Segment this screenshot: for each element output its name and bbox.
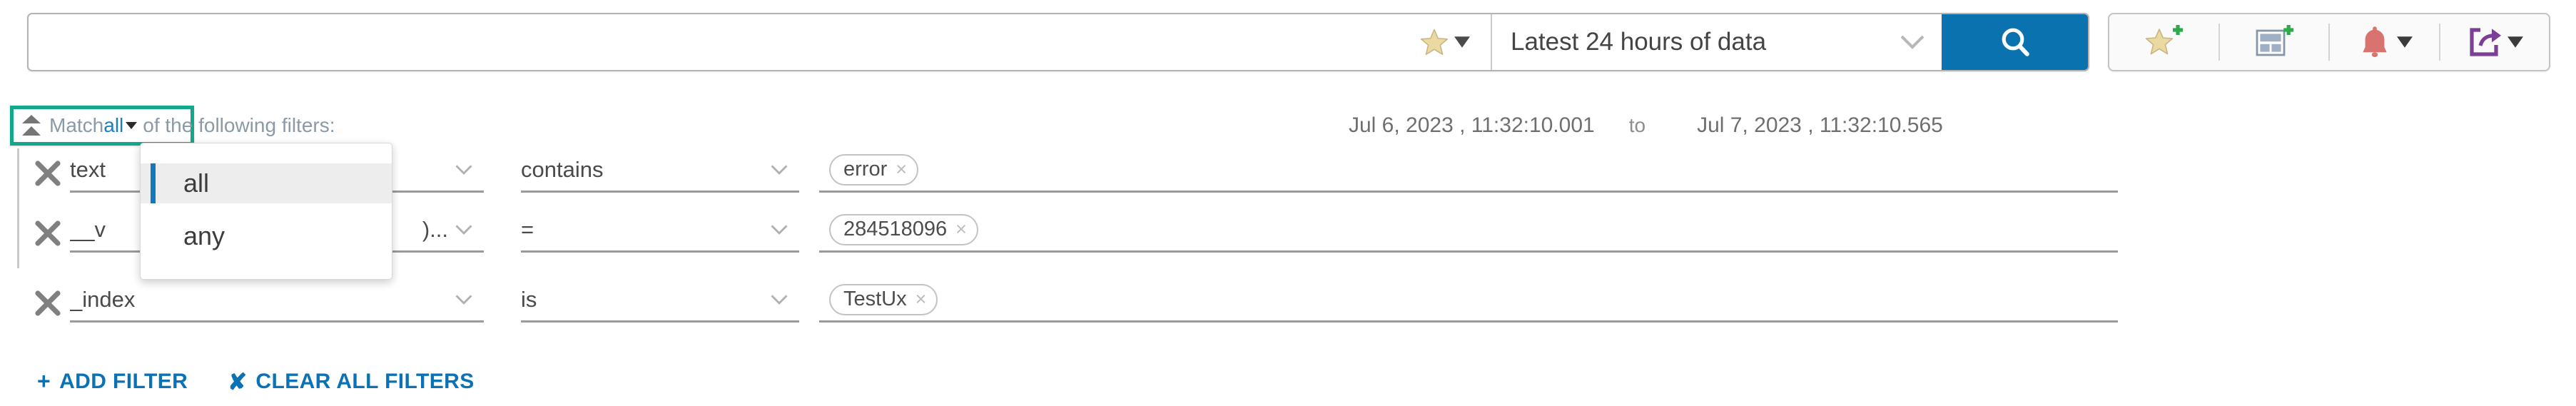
chevron-down-icon	[1900, 35, 1925, 49]
filter-operator-label: =	[521, 216, 534, 242]
search-icon	[2002, 28, 2029, 56]
top-bar: Latest 24 hours of data	[0, 0, 2576, 84]
filter-field-select[interactable]: _index	[70, 278, 484, 323]
dropdown-option-label: all	[183, 168, 210, 198]
chevron-down-icon	[455, 224, 472, 235]
clear-all-filters-label: CLEAR ALL FILTERS	[255, 369, 475, 393]
close-icon[interactable]: ×	[896, 160, 907, 179]
match-value-select[interactable]: all	[103, 114, 123, 137]
add-filter-button[interactable]: + ADD FILTER	[37, 368, 188, 395]
search-favorites-button[interactable]	[1398, 14, 1492, 70]
star-icon	[1420, 29, 1449, 55]
date-range-display: Jul 6, 2023 , 11:32:10.001 to Jul 7, 202…	[1349, 106, 2333, 146]
chevron-down-icon	[771, 164, 788, 175]
filter-value-label: TestUx	[843, 288, 907, 310]
add-to-dashboard-button[interactable]	[2220, 14, 2329, 70]
close-icon	[35, 290, 61, 316]
plus-icon: +	[37, 368, 51, 394]
chevron-down-icon	[455, 294, 472, 305]
add-filter-label: ADD FILTER	[59, 369, 188, 393]
match-mode-dropdown[interactable]: all any	[140, 143, 392, 280]
time-range-picker[interactable]: Latest 24 hours of data	[1492, 14, 1942, 70]
chevron-down-icon	[771, 224, 788, 235]
match-filters-bar[interactable]: Match all of the following filters:	[10, 106, 335, 146]
add-favorite-button[interactable]	[2109, 14, 2218, 70]
match-suffix-label: of the following filters:	[143, 114, 335, 136]
dashboard-plus-icon	[2256, 25, 2293, 56]
alerts-button[interactable]	[2330, 14, 2439, 70]
match-filters-inner: Match all of the following filters:	[14, 113, 335, 138]
filter-operator-label: is	[521, 286, 537, 312]
date-range-to: Jul 7, 2023 , 11:32:10.565	[1697, 113, 1943, 137]
right-toolbar	[2108, 13, 2550, 71]
clear-all-filters-button[interactable]: ✘ CLEAR ALL FILTERS	[228, 368, 474, 395]
run-search-button[interactable]	[1942, 14, 2088, 70]
chevron-down-icon	[771, 294, 788, 305]
filter-value-chip[interactable]: 284518096 ×	[829, 213, 978, 245]
collapse-up-icon[interactable]	[21, 113, 42, 138]
remove-filter-button[interactable]	[26, 278, 70, 317]
filter-value-chip[interactable]: TestUx ×	[829, 283, 938, 315]
chevron-down-icon[interactable]	[126, 122, 138, 129]
table-row: _index is TestUx ×	[0, 278, 2576, 338]
star-plus-icon	[2146, 25, 2184, 55]
match-prefix-label: Match	[49, 114, 104, 136]
date-range-from: Jul 6, 2023 , 11:32:10.001	[1349, 113, 1595, 137]
filter-actions: + ADD FILTER ✘ CLEAR ALL FILTERS	[0, 357, 2576, 406]
filter-value-input[interactable]: error ×	[819, 148, 2118, 193]
chevron-down-icon	[455, 164, 472, 175]
close-icon[interactable]: ×	[916, 290, 927, 309]
dropdown-option-any[interactable]: any	[141, 216, 392, 256]
filter-group-bar	[17, 208, 19, 268]
filter-value-input[interactable]: 284518096 ×	[819, 208, 2118, 253]
search-input[interactable]	[29, 14, 1398, 70]
caret-down-icon	[2507, 36, 2524, 48]
close-icon: ✘	[228, 368, 248, 395]
close-icon[interactable]: ×	[955, 220, 967, 239]
filter-group-bar	[17, 148, 19, 208]
filter-operator-select[interactable]: contains	[521, 148, 799, 193]
time-range-label: Latest 24 hours of data	[1511, 28, 1767, 56]
caret-down-icon	[1454, 36, 1470, 48]
filter-value-label: 284518096	[843, 218, 948, 240]
filter-field-label: _index	[70, 286, 136, 312]
search-bar-group: Latest 24 hours of data	[27, 13, 2089, 71]
share-export-button[interactable]	[2440, 14, 2550, 70]
close-icon	[35, 220, 61, 246]
bell-icon	[2363, 26, 2387, 57]
filter-operator-select[interactable]: =	[521, 208, 799, 253]
share-icon	[2470, 28, 2502, 56]
filter-value-label: error	[843, 158, 888, 181]
remove-filter-button[interactable]	[26, 208, 70, 247]
filter-operator-label: contains	[521, 156, 604, 182]
filter-operator-select[interactable]: is	[521, 278, 799, 323]
date-range-separator: to	[1628, 114, 1646, 136]
dropdown-option-all[interactable]: all	[141, 163, 392, 203]
filter-field-truncated-tail: )...	[422, 216, 448, 242]
filter-value-chip[interactable]: error ×	[829, 153, 919, 186]
dropdown-option-label: any	[183, 221, 225, 250]
remove-filter-button[interactable]	[26, 148, 70, 187]
close-icon	[35, 161, 61, 186]
caret-down-icon	[2396, 36, 2413, 48]
filter-value-input[interactable]: TestUx ×	[819, 278, 2118, 323]
